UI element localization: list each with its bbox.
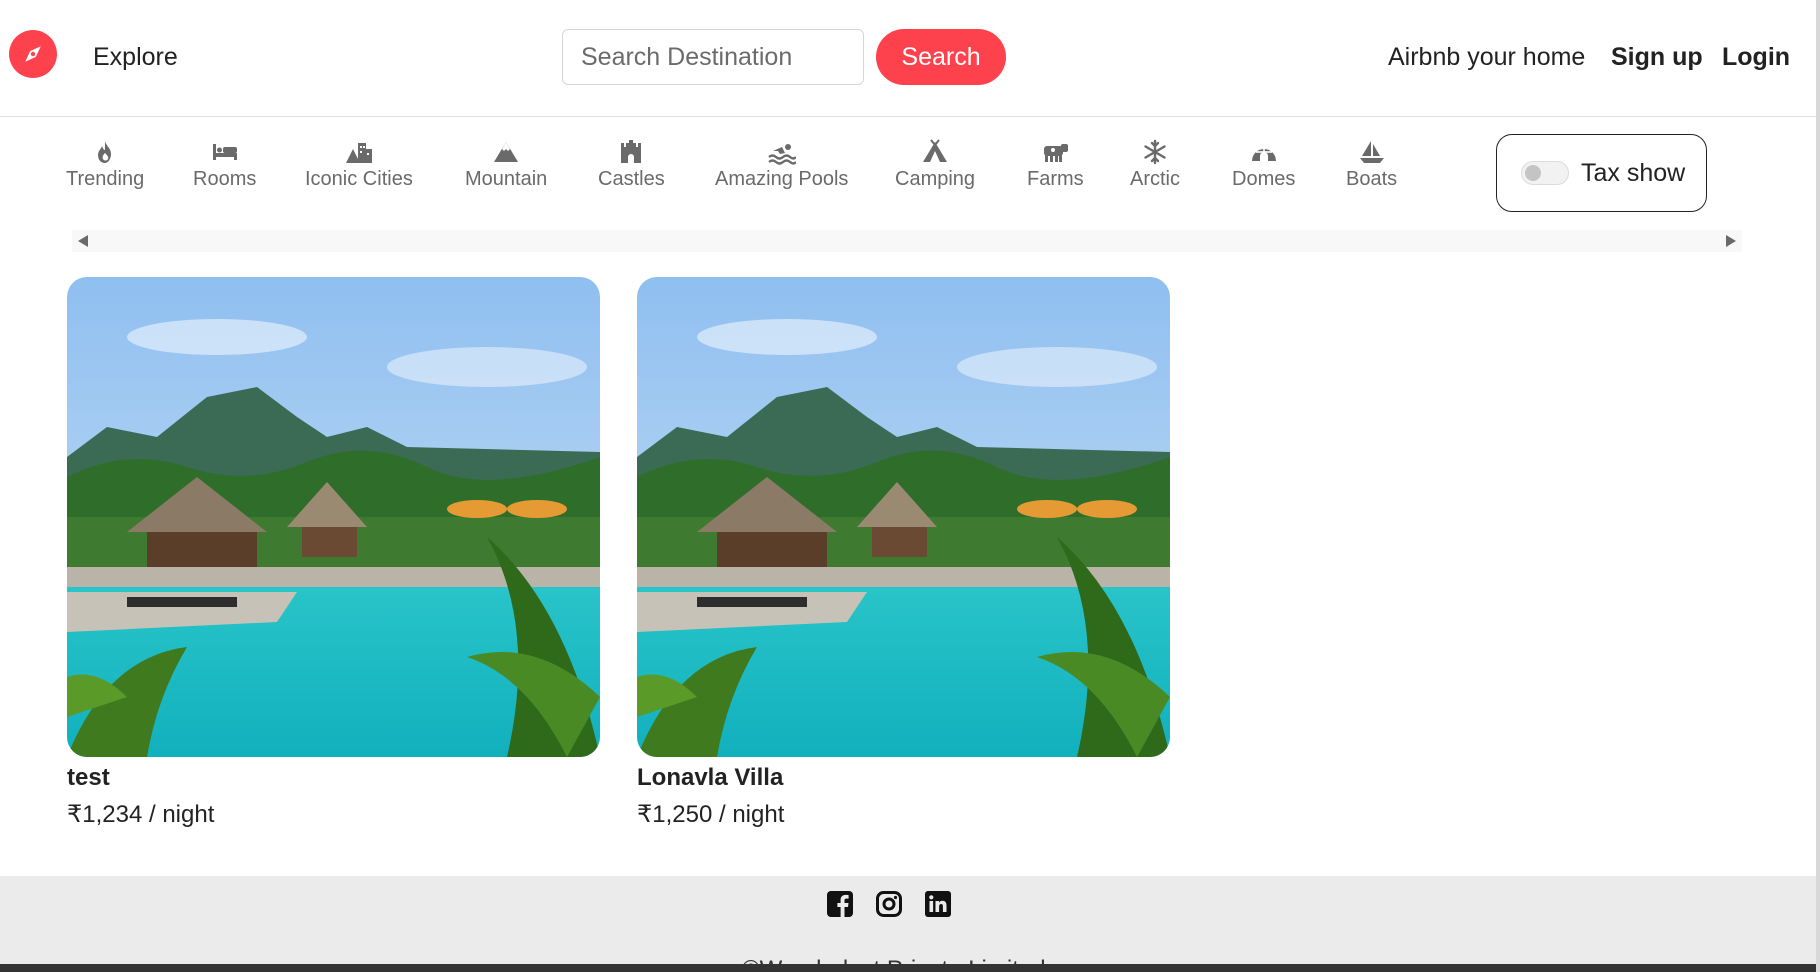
tax-switch[interactable] xyxy=(1521,161,1569,185)
brand-logo[interactable] xyxy=(9,30,57,78)
social-links xyxy=(827,891,951,917)
filter-label: Boats xyxy=(1346,168,1398,190)
filter-farms[interactable]: Farms xyxy=(1027,140,1084,191)
snowflake-icon xyxy=(1141,139,1169,168)
filter-label: Camping xyxy=(895,168,976,190)
compass-icon xyxy=(25,46,41,62)
filter-label: Castles xyxy=(598,168,665,190)
facebook-icon[interactable] xyxy=(827,891,853,917)
swimmer-icon xyxy=(767,140,796,168)
listing-card[interactable]: test ₹1,234 / night xyxy=(67,277,600,829)
linkedin-icon[interactable] xyxy=(925,891,951,917)
filter-amazing-pools[interactable]: Amazing Pools xyxy=(715,140,848,191)
filter-domes[interactable]: Domes xyxy=(1232,140,1295,191)
filter-label: Iconic Cities xyxy=(305,168,413,190)
filter-rooms[interactable]: Rooms xyxy=(193,140,256,191)
signup-link[interactable]: Sign up xyxy=(1611,43,1703,72)
castle-icon xyxy=(617,140,645,168)
window-scrollbar[interactable] xyxy=(1816,0,1820,972)
fire-icon xyxy=(91,140,119,168)
listing-card[interactable]: Lonavla Villa ₹1,250 / night xyxy=(637,277,1170,829)
filter-label: Arctic xyxy=(1130,168,1180,190)
mountain-icon xyxy=(492,140,520,168)
search-button[interactable]: Search xyxy=(876,29,1006,85)
filter-mountain[interactable]: Mountain xyxy=(465,140,547,191)
listing-image[interactable] xyxy=(67,277,600,757)
switch-knob xyxy=(1525,165,1541,181)
login-link[interactable]: Login xyxy=(1722,43,1790,72)
filter-label: Mountain xyxy=(465,168,548,190)
filters-scrollbar[interactable] xyxy=(72,230,1742,252)
filter-boats[interactable]: Boats xyxy=(1346,140,1397,191)
igloo-icon xyxy=(1250,140,1278,168)
host-home-link[interactable]: Airbnb your home xyxy=(1388,43,1585,72)
instagram-icon[interactable] xyxy=(876,891,902,917)
filter-trending[interactable]: Trending xyxy=(66,140,144,191)
filter-castles[interactable]: Castles xyxy=(598,140,665,191)
navbar: Explore Search Airbnb your home Sign up … xyxy=(0,0,1816,117)
listing-image[interactable] xyxy=(637,277,1170,757)
cow-icon xyxy=(1041,140,1069,168)
filter-label: Farms xyxy=(1027,168,1084,190)
filter-arctic[interactable]: Arctic xyxy=(1130,139,1180,191)
sailboat-icon xyxy=(1358,140,1386,168)
city-icon xyxy=(345,140,373,168)
bed-icon xyxy=(211,140,239,168)
filter-label: Rooms xyxy=(193,168,257,190)
filter-label: Trending xyxy=(66,168,145,190)
tax-toggle[interactable]: Tax show xyxy=(1496,134,1707,212)
scroll-right-arrow-icon[interactable] xyxy=(1726,235,1736,247)
filter-camping[interactable]: Camping xyxy=(895,139,976,191)
search-input[interactable] xyxy=(562,29,864,85)
tent-icon xyxy=(921,139,949,168)
listing-price: ₹1,250 / night xyxy=(637,801,785,828)
filter-label: Amazing Pools xyxy=(715,168,849,190)
listing-title[interactable]: Lonavla Villa xyxy=(637,764,1170,792)
scroll-left-arrow-icon[interactable] xyxy=(78,235,88,247)
nav-explore-link[interactable]: Explore xyxy=(93,43,178,72)
listing-price: ₹1,234 / night xyxy=(67,801,215,828)
footer: ©Wanderlust Private Limited xyxy=(0,876,1816,972)
tax-toggle-label: Tax show xyxy=(1581,158,1686,187)
listing-title[interactable]: test xyxy=(67,764,600,792)
bottom-edge xyxy=(0,964,1820,972)
filter-label: Domes xyxy=(1232,168,1296,190)
filter-iconic-cities[interactable]: Iconic Cities xyxy=(305,140,413,191)
